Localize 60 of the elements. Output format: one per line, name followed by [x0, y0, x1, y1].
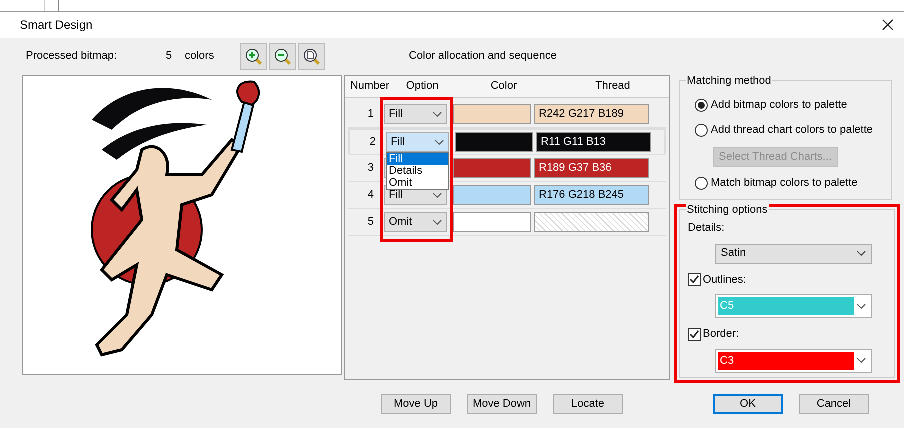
checkbox-label: Outlines: [703, 272, 746, 288]
chevron-down-icon [857, 304, 866, 308]
color-count: 5 [165, 49, 174, 64]
details-label: Details: [688, 221, 726, 236]
zoom-page-icon [302, 48, 320, 66]
dialog-button[interactable]: Move Up [381, 394, 451, 414]
column-header: Option [405, 79, 440, 94]
zoom-page-button[interactable] [298, 43, 325, 70]
option-dropdown[interactable]: Fill [384, 104, 447, 124]
table-title: Color allocation and sequence [409, 49, 557, 64]
column-header: Thread [594, 79, 632, 94]
chevron-down-icon [857, 251, 866, 256]
option-dropdown[interactable]: Omit [384, 212, 447, 232]
thread-value: R242 G217 B189 [534, 104, 649, 124]
color-value: C3 [718, 352, 854, 370]
table-row[interactable]: 1 Fill R242 G217 B189 [348, 101, 666, 128]
processed-bitmap-label: Processed bitmap: [25, 49, 118, 64]
dialog-button[interactable]: OK [713, 394, 783, 414]
dialog-button[interactable]: Cancel [799, 394, 869, 414]
zoom-out-button[interactable] [269, 43, 296, 70]
radio-label: Add thread chart colors to palette [711, 123, 874, 138]
thread-value: R176 G218 B245 [534, 185, 649, 205]
menu-item[interactable]: Details [387, 165, 448, 177]
window-title: Smart Design [20, 17, 93, 34]
colors-label: colors [185, 49, 216, 64]
checkbox[interactable] [688, 273, 701, 286]
chevron-down-icon [435, 140, 444, 144]
thread-value: R189 G37 B36 [534, 158, 649, 178]
row-number: 3 [366, 160, 375, 176]
color-value: C5 [718, 297, 854, 315]
group-title: Stitching options [686, 202, 769, 218]
row-number: 5 [366, 214, 375, 230]
row-number: 1 [366, 106, 375, 122]
row-number: 4 [366, 188, 375, 203]
radio-button[interactable] [695, 177, 708, 190]
close-icon[interactable] [882, 19, 894, 31]
checkbox[interactable] [688, 328, 701, 341]
chevron-down-icon [433, 220, 442, 224]
details-dropdown[interactable]: Satin [715, 244, 872, 264]
radio-button[interactable] [695, 99, 708, 112]
checkbox-label: Border: [703, 327, 740, 342]
chevron-down-icon [857, 358, 866, 363]
radio-button[interactable] [695, 124, 708, 137]
column-header: Number [349, 79, 391, 94]
radio-label: Match bitmap colors to palette [711, 176, 858, 192]
zoom-in-icon [244, 48, 262, 66]
thread-value: R11 G11 B13 [536, 132, 651, 152]
dialog-button[interactable]: Move Down [467, 394, 537, 414]
radio-label: Add bitmap colors to palette [711, 98, 848, 114]
chevron-down-icon [433, 192, 442, 198]
zoom-out-icon [274, 48, 292, 66]
menu-item[interactable]: Fill [387, 153, 448, 165]
table-row[interactable]: 5 Omit [348, 209, 666, 236]
row-number: 2 [368, 134, 377, 150]
color-dropdown[interactable]: C3 [715, 348, 872, 372]
column-header: Color [490, 79, 518, 94]
dialog-button[interactable]: Locate [553, 394, 623, 414]
chevron-down-icon [433, 112, 442, 116]
zoom-in-button[interactable] [240, 43, 267, 70]
group-title: Matching method [686, 73, 772, 90]
